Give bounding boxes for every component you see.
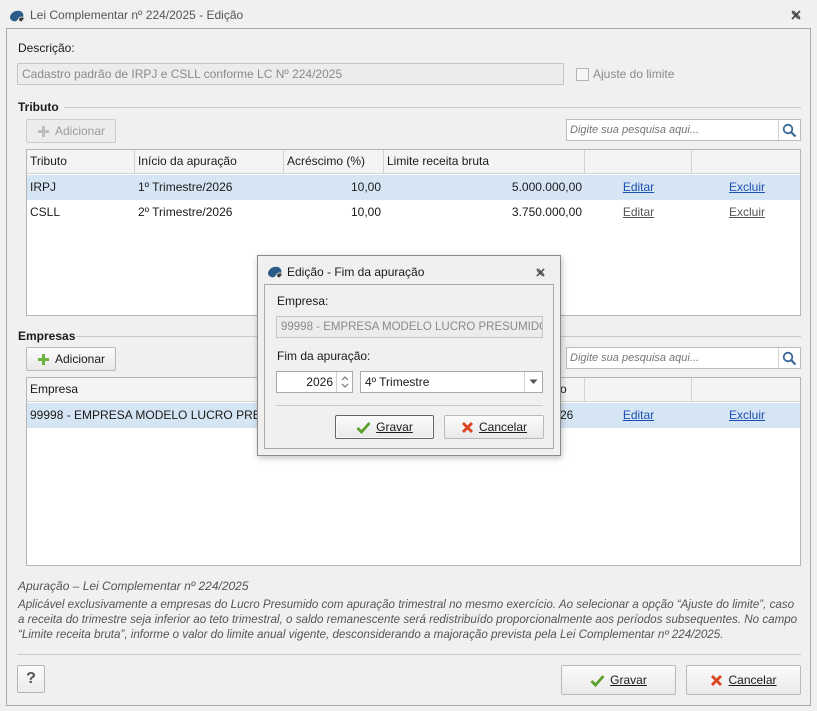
- cell-acrescimo: 10,00: [350, 205, 381, 219]
- chevron-down-icon[interactable]: [524, 372, 542, 392]
- quarter-value: 4º Trimestre: [365, 375, 430, 389]
- modal-save-label: Gravar: [376, 420, 413, 434]
- col-excluir: [692, 378, 800, 402]
- fim-label: Fim da apuração:: [277, 349, 371, 363]
- table-row[interactable]: CSLL 2º Trimestre/2026 10,00 3.750.000,0…: [27, 200, 800, 225]
- col-fim[interactable]: o: [557, 378, 585, 402]
- col-limite[interactable]: Limite receita bruta: [384, 150, 585, 174]
- title-bar: Lei Complementar nº 224/2025 - Edição: [0, 0, 817, 30]
- note-title: Apuração – Lei Complementar nº 224/2025: [18, 579, 249, 593]
- empresas-section-title: Empresas: [18, 329, 76, 343]
- tributo-grid-header: Tributo Início da apuração Acréscimo (%)…: [27, 150, 800, 174]
- tributo-add-button[interactable]: Adicionar: [26, 119, 116, 143]
- cell-tributo: CSLL: [30, 205, 61, 219]
- modal-save-button[interactable]: Gravar: [335, 415, 434, 439]
- excluir-link[interactable]: Excluir: [692, 403, 800, 428]
- col-editar: [585, 150, 692, 174]
- footer-divider: [17, 654, 801, 655]
- cell-limite: 5.000.000,00: [511, 180, 582, 194]
- tributo-section-title: Tributo: [18, 100, 59, 114]
- editar-link[interactable]: Editar: [585, 200, 692, 225]
- empresas-search: [566, 347, 801, 369]
- help-icon: ?: [26, 670, 36, 687]
- empresa-field[interactable]: 99998 - EMPRESA MODELO LUCRO PRESUMIDO: [276, 316, 543, 338]
- cell-tributo: IRPJ: [30, 180, 57, 194]
- plus-icon: [37, 125, 49, 137]
- excluir-link[interactable]: Excluir: [692, 200, 800, 225]
- plus-icon: [37, 353, 49, 365]
- modal-cancel-button[interactable]: Cancelar: [444, 415, 544, 439]
- cancel-button[interactable]: Cancelar: [686, 665, 801, 695]
- app-logo-icon: [268, 266, 282, 278]
- empresas-search-input[interactable]: [567, 348, 778, 368]
- empresas-add-button[interactable]: Adicionar: [26, 347, 116, 371]
- empresas-search-button[interactable]: [778, 348, 800, 368]
- empresa-label: Empresa:: [277, 294, 329, 308]
- excluir-link[interactable]: Excluir: [692, 175, 800, 200]
- check-icon: [356, 421, 371, 434]
- cell-acrescimo: 10,00: [350, 180, 381, 194]
- tributo-search-button[interactable]: [778, 120, 800, 140]
- tributo-search: [566, 119, 801, 141]
- x-icon: [461, 421, 473, 433]
- cell-fim: 26: [560, 408, 574, 422]
- cell-limite: 3.750.000,00: [511, 205, 582, 219]
- modal-title: Edição - Fim da apuração: [287, 265, 425, 279]
- col-acrescimo[interactable]: Acréscimo (%): [284, 150, 384, 174]
- spinner-icon[interactable]: [336, 372, 352, 392]
- search-icon: [782, 123, 797, 137]
- col-editar: [585, 378, 692, 402]
- check-icon: [590, 674, 605, 687]
- save-button[interactable]: Gravar: [561, 665, 676, 695]
- save-label: Gravar: [610, 673, 647, 687]
- year-value: 2026: [306, 375, 333, 389]
- cell-inicio: 1º Trimestre/2026: [138, 180, 233, 194]
- ajuste-checkbox[interactable]: [576, 68, 589, 81]
- cell-inicio: 2º Trimestre/2026: [138, 205, 233, 219]
- app-logo-icon: [10, 10, 24, 22]
- tributo-divider: [64, 107, 801, 108]
- close-icon[interactable]: [788, 9, 804, 23]
- col-inicio[interactable]: Início da apuração: [135, 150, 284, 174]
- quarter-select[interactable]: 4º Trimestre: [360, 371, 543, 393]
- window-title: Lei Complementar nº 224/2025 - Edição: [30, 8, 244, 22]
- editar-link[interactable]: Editar: [585, 175, 692, 200]
- tributo-add-label: Adicionar: [54, 124, 106, 138]
- editar-link[interactable]: Editar: [585, 403, 692, 428]
- modal-body: Empresa: 99998 - EMPRESA MODELO LUCRO PR…: [264, 284, 554, 449]
- year-spinner[interactable]: 2026: [276, 371, 353, 393]
- ajuste-label: Ajuste do limite: [593, 67, 675, 81]
- help-button[interactable]: ?: [17, 665, 45, 693]
- modal-divider: [276, 405, 543, 406]
- descricao-field[interactable]: Cadastro padrão de IRPJ e CSLL conforme …: [17, 63, 564, 85]
- cancel-label: Cancelar: [728, 673, 777, 687]
- note-text: Aplicável exclusivamente a empresas do L…: [18, 598, 798, 641]
- tributo-search-input[interactable]: [567, 120, 778, 140]
- x-icon: [711, 674, 723, 686]
- edit-modal: Edição - Fim da apuração Empresa: 99998 …: [257, 255, 561, 456]
- close-icon[interactable]: [533, 266, 547, 278]
- col-excluir: [692, 150, 800, 174]
- search-icon: [782, 351, 797, 365]
- descricao-label: Descrição:: [18, 41, 75, 55]
- table-row[interactable]: IRPJ 1º Trimestre/2026 10,00 5.000.000,0…: [27, 175, 800, 200]
- modal-cancel-label: Cancelar: [478, 420, 528, 434]
- col-tributo[interactable]: Tributo: [27, 150, 135, 174]
- empresas-add-label: Adicionar: [54, 352, 106, 366]
